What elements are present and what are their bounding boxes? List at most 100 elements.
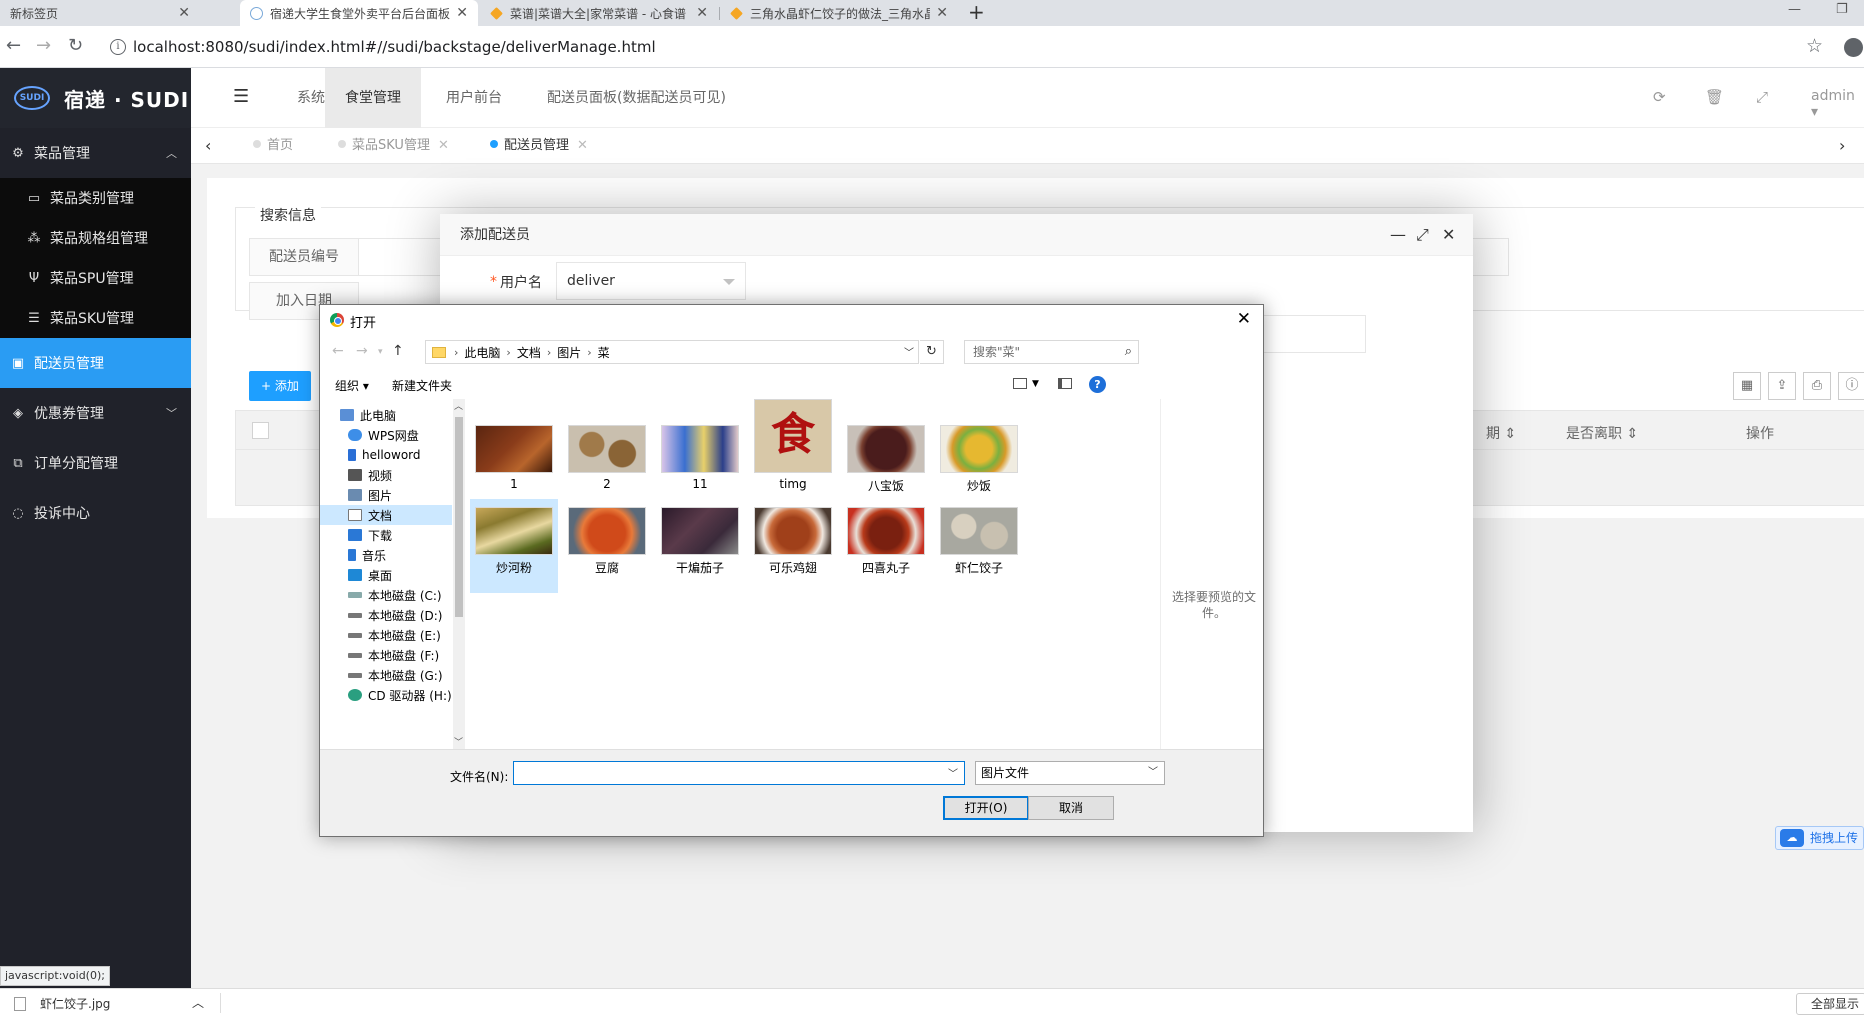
sidebar-item-dish-management[interactable]: ⚙ 菜品管理 ︿ [0, 128, 191, 178]
show-all-downloads-button[interactable]: 全部显示 [1796, 993, 1864, 1015]
chevron-down-icon[interactable]: ﹀ [904, 344, 914, 359]
export-icon[interactable]: ⇪ [1768, 372, 1796, 400]
bookmark-star-icon[interactable]: ☆ [1806, 35, 1823, 57]
tree-item-drive-f[interactable]: 本地磁盘 (F:) [320, 645, 452, 665]
select-all-checkbox[interactable] [252, 422, 269, 439]
tree-item-desktop[interactable]: 桌面 [320, 565, 452, 585]
file-item-meatballs[interactable]: 四喜丸子 [842, 499, 930, 593]
close-icon[interactable]: ✕ [696, 5, 708, 21]
organize-menu[interactable]: 组织 ▾ [335, 377, 369, 394]
tab-deliverer[interactable]: 配送员管理 ✕ [490, 128, 588, 164]
new-folder-button[interactable]: 新建文件夹 [392, 377, 452, 394]
chevron-up-icon[interactable]: ︿ [454, 399, 463, 412]
file-item-1[interactable]: 1 [470, 399, 558, 493]
reload-icon[interactable]: ↻ [68, 36, 83, 56]
tree-item-drive-g[interactable]: 本地磁盘 (G:) [320, 665, 452, 685]
refresh-icon[interactable]: ↻ [920, 340, 944, 364]
browser-tab-admin-panel[interactable]: 宿递大学生食堂外卖平台后台面板 ✕ [240, 0, 478, 26]
filename-input[interactable]: ﹀ [513, 761, 965, 785]
sidebar-item-coupons[interactable]: ◈ 优惠券管理 ﹀ [0, 388, 191, 438]
file-item-fried-rice[interactable]: 炒饭 [935, 399, 1023, 493]
breadcrumb-pc[interactable]: 此电脑 [464, 344, 500, 361]
header-menu-deliverer-panel[interactable]: 配送员面板(数据配送员可见) [527, 68, 746, 128]
browser-tab-recipes[interactable]: 菜谱|菜谱大全|家常菜谱 - 心食谱 ✕ [480, 0, 718, 26]
dialog-search-input[interactable]: 搜索"菜" ⌕ [964, 340, 1139, 364]
close-icon[interactable]: ✕ [577, 138, 588, 153]
sidebar-item-order-assign[interactable]: ⧉ 订单分配管理 [0, 438, 191, 488]
tab-home[interactable]: 首页 [253, 128, 293, 164]
refresh-icon[interactable]: ⟳ [1653, 88, 1666, 106]
tree-item-music[interactable]: 音乐 [320, 545, 452, 565]
close-icon[interactable]: ✕ [456, 5, 468, 21]
sidebar-item-spec-group[interactable]: ⁂ 菜品规格组管理 [0, 218, 191, 258]
tree-item-pictures[interactable]: 图片 [320, 485, 452, 505]
tabs-scroll-left-icon[interactable]: ‹ [205, 136, 211, 155]
site-info-icon[interactable]: i [110, 39, 126, 55]
filetype-select[interactable]: 图片文件 ﹀ [975, 761, 1165, 785]
menu-toggle-icon[interactable]: ☰ [233, 86, 249, 107]
breadcrumb-documents[interactable]: 文档 [517, 344, 541, 361]
restore-window-button[interactable]: ❐ [1836, 0, 1848, 20]
tree-item-helloword[interactable]: helloword [320, 445, 452, 465]
file-item-eggplant[interactable]: 干煸茄子 [656, 499, 744, 593]
file-item-cola-wings[interactable]: 可乐鸡翅 [749, 499, 837, 593]
url-field[interactable]: localhost:8080/sudi/index.html#//sudi/ba… [133, 38, 656, 56]
file-item-tofu[interactable]: 豆腐 [563, 499, 651, 593]
tree-item-drive-d[interactable]: 本地磁盘 (D:) [320, 605, 452, 625]
file-item-2[interactable]: 2 [563, 399, 651, 493]
columns-icon[interactable]: ▦ [1733, 372, 1761, 400]
info-icon[interactable]: ⓘ [1838, 372, 1864, 400]
file-item-dumplings[interactable]: 虾仁饺子 [935, 499, 1023, 593]
file-item-11[interactable]: 11 [656, 399, 744, 493]
view-mode-icon[interactable] [1013, 378, 1027, 389]
header-menu-canteen[interactable]: 食堂管理 [325, 68, 421, 128]
back-arrow-icon[interactable]: ← [6, 36, 21, 56]
tree-item-pc[interactable]: 此电脑 [320, 405, 452, 425]
up-arrow-icon[interactable]: ↑ [392, 343, 404, 359]
tree-item-drive-e[interactable]: 本地磁盘 (E:) [320, 625, 452, 645]
sidebar-item-dish-spu[interactable]: Ψ 菜品SPU管理 [0, 258, 191, 298]
breadcrumb-pictures[interactable]: 图片 [557, 344, 581, 361]
download-item[interactable]: 虾仁饺子.jpg [14, 995, 110, 1012]
tree-item-documents[interactable]: 文档 [320, 505, 452, 525]
header-menu-user-front[interactable]: 用户前台 [426, 68, 522, 128]
trash-icon[interactable]: 🗑 [1705, 88, 1724, 106]
tree-item-drive-c[interactable]: 本地磁盘 (C:) [320, 585, 452, 605]
file-item-timg[interactable]: 食 timg [749, 399, 837, 493]
close-icon[interactable]: ✕ [438, 138, 449, 153]
sidebar-item-dish-sku[interactable]: ☰ 菜品SKU管理 [0, 298, 191, 338]
close-icon[interactable]: ✕ [178, 5, 190, 21]
column-date[interactable]: 期 ⇕ [1486, 423, 1516, 443]
close-icon[interactable]: ✕ [1237, 309, 1251, 329]
forward-arrow-icon[interactable]: → [36, 36, 51, 56]
add-button[interactable]: + 添加 [249, 371, 311, 401]
new-tab-button[interactable]: + [968, 0, 985, 26]
admin-user-menu[interactable]: admin ▾ [1811, 88, 1864, 120]
tab-dish-sku[interactable]: 菜品SKU管理 ✕ [338, 128, 449, 164]
maximize-icon[interactable]: ⤢ [1416, 225, 1429, 245]
chevron-down-icon[interactable]: ﹀ [948, 765, 958, 780]
drag-upload-button[interactable]: ☁ 拖拽上传 [1775, 826, 1864, 850]
fullscreen-icon[interactable]: ⤢ [1756, 88, 1768, 106]
sidebar-item-deliverer[interactable]: ▣ 配送员管理 [0, 338, 191, 388]
tree-item-videos[interactable]: 视频 [320, 465, 452, 485]
sidebar-item-dish-category[interactable]: ▭ 菜品类别管理 [0, 178, 191, 218]
file-item-babaofan[interactable]: 八宝饭 [842, 399, 930, 493]
file-item-chaohefen[interactable]: 炒河粉 [470, 499, 558, 593]
close-icon[interactable]: ✕ [1442, 225, 1455, 244]
open-button[interactable]: 打开(O) [943, 796, 1029, 820]
preview-pane-icon[interactable] [1058, 378, 1072, 389]
back-arrow-icon[interactable]: ← [332, 343, 344, 359]
cancel-button[interactable]: 取消 [1028, 796, 1114, 820]
browser-tab-dumplings[interactable]: 三角水晶虾仁饺子的做法_三角水晶 ✕ [720, 0, 958, 26]
forward-arrow-icon[interactable]: → [356, 343, 368, 359]
chevron-down-icon[interactable]: ﹀ [454, 735, 463, 748]
view-dropdown-icon[interactable]: ▼ [1032, 379, 1039, 389]
close-icon[interactable]: ✕ [936, 5, 948, 21]
username-select[interactable]: deliver [556, 262, 746, 300]
sidebar-item-complaints[interactable]: ◌ 投诉中心 [0, 488, 191, 538]
tree-item-wps[interactable]: WPS网盘 [320, 425, 452, 445]
minimize-window-button[interactable]: — [1788, 0, 1801, 20]
minimize-icon[interactable]: — [1390, 225, 1406, 244]
recent-dropdown-icon[interactable]: ▾ [378, 347, 383, 357]
